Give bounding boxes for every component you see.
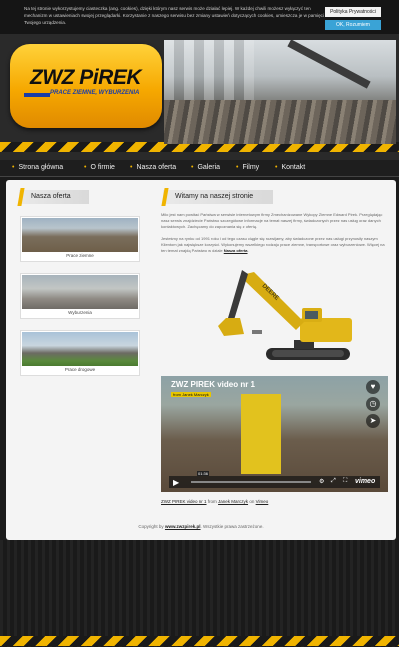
main-heading: Witamy na naszej stronie — [163, 190, 273, 204]
video-caption: ZWZ PIREK video nr 1 from Janek Marczyk … — [161, 499, 269, 504]
offer-card-demolition[interactable]: Wyburzenia — [20, 273, 140, 319]
video-caption-link[interactable]: ZWZ PIREK video nr 1 — [161, 499, 207, 504]
video-controls: ▶ 01:36 ⚙ ⤢ ⛶ vimeo — [169, 471, 380, 488]
sidebar-title: Nasza oferta — [31, 193, 71, 200]
progress-bar[interactable] — [191, 481, 311, 483]
video-player[interactable]: ZWZ PIREK video nr 1 from Janek Marczyk … — [161, 376, 388, 492]
settings-icon[interactable]: ⚙ — [319, 478, 324, 485]
play-icon[interactable]: ▶ — [173, 478, 179, 487]
footer-copyright: Copyright by www.zwzpirek.pl. Wszystkie … — [138, 524, 264, 529]
logo-subtitle: PRACE ZIEMNE, WYBURZENIA — [50, 90, 140, 96]
fullscreen-icon[interactable]: ⤢ — [331, 478, 336, 485]
footer-site-link[interactable]: www.zwzpirek.pl — [165, 524, 201, 529]
offer-card-earthworks[interactable]: Prace ziemne — [20, 216, 140, 262]
logo[interactable]: ZWZ PiREK PRACE ZIEMNE, WYBURZENIA — [10, 44, 162, 128]
hazard-stripe-bottom — [0, 636, 399, 646]
nav-item-contact[interactable]: Kontakt — [275, 164, 305, 171]
nav-item-films[interactable]: Filmy — [236, 164, 259, 171]
offer-card-caption: Wyburzenia — [68, 310, 92, 315]
watch-later-icon[interactable]: ◷ — [366, 397, 380, 411]
logo-title: ZWZ PiREK — [30, 66, 142, 89]
cookie-accept-button[interactable]: OK, Rozumiem — [325, 20, 381, 30]
roadworks-photo — [22, 332, 138, 366]
offer-card-caption: Prace drogowe — [64, 367, 96, 372]
author-link[interactable]: Janek Marczyk — [218, 499, 248, 504]
header-photo — [164, 40, 396, 144]
logo-stripe — [24, 93, 50, 97]
demolition-photo — [22, 275, 138, 309]
intro-paragraph: Miło jest nam powitać Państwa w serwisie… — [161, 212, 383, 229]
like-icon[interactable]: ♥ — [366, 380, 380, 394]
history-paragraph: Jesteśmy na rynku od 1991 roku i od tego… — [161, 236, 385, 253]
sidebar-heading: Nasza oferta — [19, 190, 89, 204]
offer-card-caption: Prace ziemne — [66, 253, 94, 258]
nav-item-home[interactable]: Strona główna — [12, 164, 63, 171]
main-nav: Strona główna O firmie Nasza oferta Gale… — [0, 160, 399, 177]
offer-link[interactable]: Nasza oferta — [224, 248, 248, 253]
expand-icon[interactable]: ⛶ — [343, 478, 347, 485]
nav-item-gallery[interactable]: Galeria — [191, 164, 220, 171]
cookie-banner: Na tej stronie wykorzystujemy ciasteczka… — [0, 0, 399, 34]
offer-card-roadworks[interactable]: Prace drogowe — [20, 330, 140, 376]
video-duration: 01:36 — [197, 471, 210, 476]
vimeo-logo[interactable]: vimeo — [355, 478, 375, 485]
nav-item-about[interactable]: O firmie — [84, 164, 115, 171]
share-icon[interactable]: ➤ — [366, 414, 380, 428]
cookie-text: Na tej stronie wykorzystujemy ciasteczka… — [24, 6, 324, 25]
vimeo-link[interactable]: Vimeo — [256, 499, 269, 504]
excavator-image: DEERE — [218, 270, 352, 360]
nav-item-offer[interactable]: Nasza oferta — [130, 164, 176, 171]
content-panel: Nasza oferta Prace ziemne Wyburzenia Pra… — [6, 180, 396, 540]
main-title: Witamy na naszej stronie — [175, 193, 254, 200]
privacy-policy-button[interactable]: Polityka Prywatności — [325, 7, 381, 17]
video-title[interactable]: ZWZ PIREK video nr 1 — [171, 380, 255, 389]
footer-background — [0, 540, 399, 647]
earthworks-photo — [22, 218, 138, 252]
video-author: from Janek Marczyk — [171, 392, 211, 397]
